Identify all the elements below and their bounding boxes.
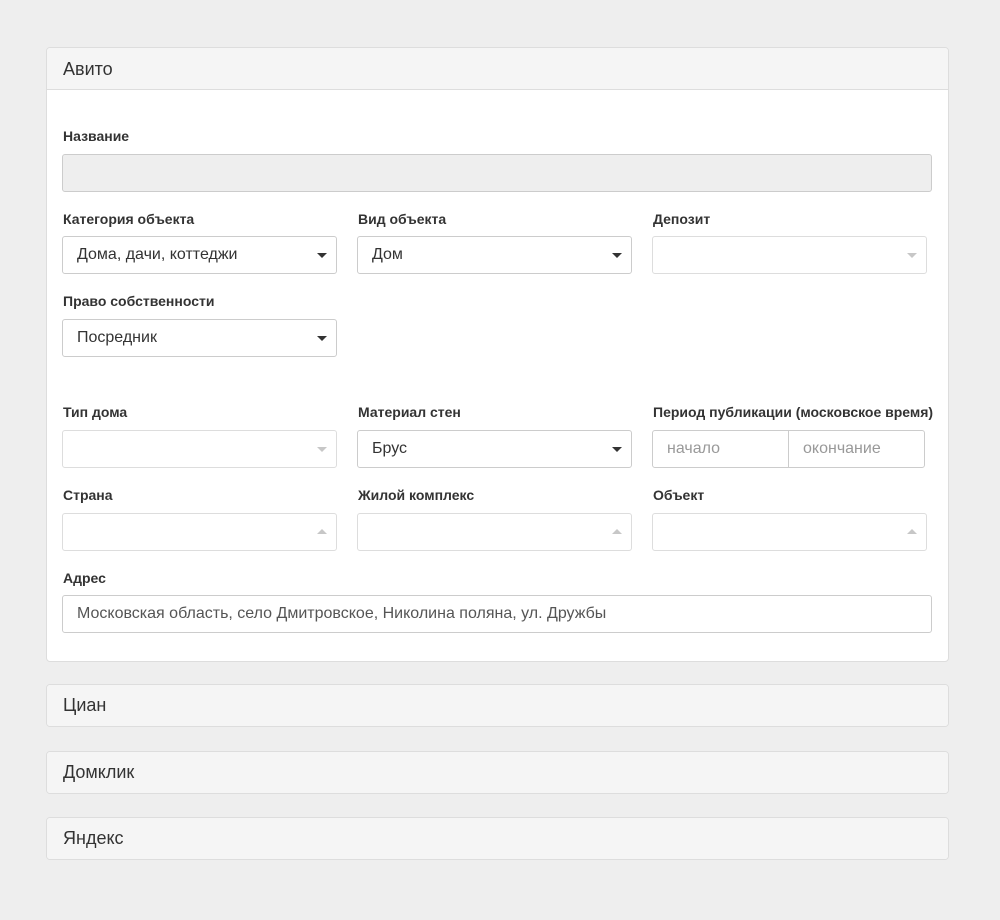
category-value: Дома, дачи, коттеджи xyxy=(77,246,238,263)
publication-period-range: начало окончание xyxy=(652,430,925,468)
chevron-up-icon xyxy=(907,529,917,534)
publication-period-label: Период публикации (московское время) xyxy=(653,404,934,420)
panel-yandex: Яндекс xyxy=(46,817,949,860)
object-type-label: Вид объекта xyxy=(358,211,447,227)
range-divider xyxy=(788,431,789,467)
object-select[interactable] xyxy=(652,513,927,551)
panel-cian: Циан xyxy=(46,684,949,727)
publication-end-input[interactable]: окончание xyxy=(803,431,881,467)
address-input[interactable]: Московская область, село Дмитровское, Ни… xyxy=(62,595,932,633)
panel-avito: Авито Название Категория объекта Дома, д… xyxy=(46,47,949,662)
panel-domclick-title: Домклик xyxy=(63,762,135,782)
panel-domclick: Домклик xyxy=(46,751,949,794)
wall-material-value: Брус xyxy=(372,440,408,457)
name-input[interactable] xyxy=(62,154,932,192)
panel-domclick-header[interactable]: Домклик xyxy=(47,752,948,793)
chevron-down-icon xyxy=(612,253,622,258)
object-type-select[interactable]: Дом xyxy=(357,236,632,274)
chevron-down-icon xyxy=(317,447,327,452)
name-label: Название xyxy=(63,128,130,144)
chevron-down-icon xyxy=(612,447,622,452)
chevron-down-icon xyxy=(317,336,327,341)
category-label: Категория объекта xyxy=(63,211,195,227)
address-label: Адрес xyxy=(63,570,106,586)
panel-yandex-title: Яндекс xyxy=(63,828,124,848)
publication-start-input[interactable]: начало xyxy=(667,431,720,467)
deposit-select[interactable] xyxy=(652,236,927,274)
deposit-label: Депозит xyxy=(653,211,711,227)
house-type-label: Тип дома xyxy=(63,404,128,420)
panel-cian-title: Циан xyxy=(63,695,107,715)
country-select[interactable] xyxy=(62,513,337,551)
object-type-value: Дом xyxy=(372,246,403,263)
ownership-value: Посредник xyxy=(77,329,157,346)
object-label: Объект xyxy=(653,487,705,503)
house-type-select[interactable] xyxy=(62,430,337,468)
chevron-down-icon xyxy=(907,253,917,258)
wall-material-label: Материал стен xyxy=(358,404,461,420)
panel-avito-header[interactable]: Авито xyxy=(47,48,948,90)
country-label: Страна xyxy=(63,487,113,503)
wall-material-select[interactable]: Брус xyxy=(357,430,632,468)
residential-complex-select[interactable] xyxy=(357,513,632,551)
category-select[interactable]: Дома, дачи, коттеджи xyxy=(62,236,337,274)
panel-yandex-header[interactable]: Яндекс xyxy=(47,818,948,859)
chevron-up-icon xyxy=(317,529,327,534)
ownership-label: Право собственности xyxy=(63,293,215,309)
address-value: Московская область, село Дмитровское, Ни… xyxy=(77,605,607,622)
residential-complex-label: Жилой комплекс xyxy=(358,487,475,503)
panel-cian-header[interactable]: Циан xyxy=(47,685,948,726)
ownership-select[interactable]: Посредник xyxy=(62,319,337,357)
panel-avito-title: Авито xyxy=(63,59,113,79)
chevron-down-icon xyxy=(317,253,327,258)
chevron-up-icon xyxy=(612,529,622,534)
